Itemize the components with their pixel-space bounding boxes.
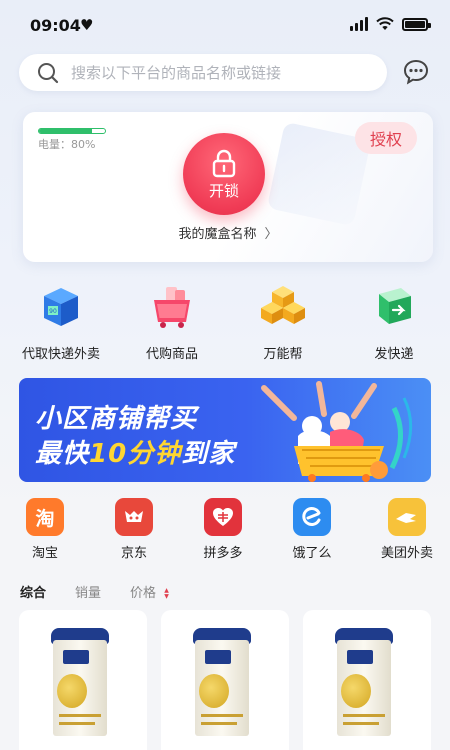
platform-row: 淘 淘宝 京东 拼多多 饿了么 美团外卖 [0,498,450,564]
sort-arrows-icon: ▲ ▼ [164,586,169,600]
platform-eleme[interactable]: 饿了么 [277,498,347,561]
search-input[interactable]: 搜索以下平台的商品名称或链接 [19,54,387,91]
banner-subtitle-highlight: 10分钟 [89,439,182,469]
battery-icon [402,17,431,31]
battery-level-text: 电量：80% [38,138,96,151]
svg-text:90: 90 [49,308,57,315]
platform-meituan[interactable]: 美团外卖 [372,498,442,561]
sort-tab-price-label: 价格 [130,586,157,601]
platform-label: 美团外卖 [380,546,433,561]
shopping-people-illustration [261,381,413,482]
status-indicators [350,17,431,31]
battery-level-fill [39,129,92,133]
banner-title: 小区商铺帮买 [35,404,198,434]
platform-label: 淘宝 [31,546,58,561]
banner-subtitle-suffix: 到家 [181,439,236,469]
service-row: 90 代取快递外卖 代购商品 万能帮 发快递 [0,284,450,366]
pinduoduo-icon [204,498,242,536]
product-card[interactable] [303,610,431,750]
service-purchase[interactable]: 代购商品 [122,284,222,362]
platform-jd[interactable]: 京东 [99,498,169,561]
service-label: 代购商品 [145,347,198,362]
sort-tab-sales[interactable]: 销量 [75,582,101,601]
platform-taobao[interactable]: 淘 淘宝 [10,498,80,561]
authorize-button[interactable]: 授权 [355,122,417,154]
sort-tab-comprehensive[interactable]: 综合 [20,582,46,601]
milk-can-image [51,628,109,738]
battery-level-bar [38,128,106,134]
chevron-right-icon: 〉 [264,227,278,242]
product-card[interactable] [161,610,289,750]
service-label: 万能帮 [263,347,303,362]
express-box-icon: 90 [38,284,84,330]
meituan-icon [388,498,426,536]
wifi-icon [376,17,394,30]
jd-dog-icon [115,498,153,536]
platform-label: 拼多多 [203,546,243,561]
service-send-parcel[interactable]: 发快递 [344,284,444,362]
sort-tabs: 综合 销量 价格 ▲ ▼ [20,582,198,601]
service-express[interactable]: 90 代取快递外卖 [11,284,111,362]
search-placeholder: 搜索以下平台的商品名称或链接 [71,64,282,82]
banner-subtitle-prefix: 最快 [35,439,90,469]
service-helper[interactable]: 万能帮 [233,284,333,362]
search-icon [38,62,59,83]
device-card: 电量：80% 授权 开锁 我的魔盒名称〉 [23,112,433,262]
service-label: 代取快递外卖 [21,347,100,362]
unlock-label: 开锁 [208,181,239,200]
device-name: 我的魔盒名称 [178,227,257,242]
parcel-send-icon [371,284,417,330]
status-time: 09:04 [30,16,81,35]
platform-label: 饿了么 [292,546,332,561]
service-label: 发快递 [374,347,414,362]
status-bar: 09:04 ♥ [0,0,450,48]
promo-banner[interactable]: 小区商铺帮买 最快10分钟到家 [19,378,431,482]
milk-can-image [335,628,393,738]
cube-stack-icon [260,284,306,330]
sort-tab-price[interactable]: 价格 ▲ ▼ [130,582,169,601]
device-name-link[interactable]: 我的魔盒名称〉 [23,223,433,242]
heart-icon: ♥ [80,16,94,34]
product-card[interactable] [19,610,147,750]
taobao-icon: 淘 [26,498,64,536]
message-icon[interactable] [402,58,430,86]
lock-icon [212,149,236,177]
eleme-icon [293,498,331,536]
shopping-cart-icon [149,284,195,330]
signal-icon [350,17,368,31]
milk-can-image [193,628,251,738]
banner-subtitle: 最快10分钟到家 [35,433,235,470]
platform-label: 京东 [120,546,147,561]
platform-pinduoduo[interactable]: 拼多多 [188,498,258,561]
unlock-button[interactable]: 开锁 [183,133,265,215]
